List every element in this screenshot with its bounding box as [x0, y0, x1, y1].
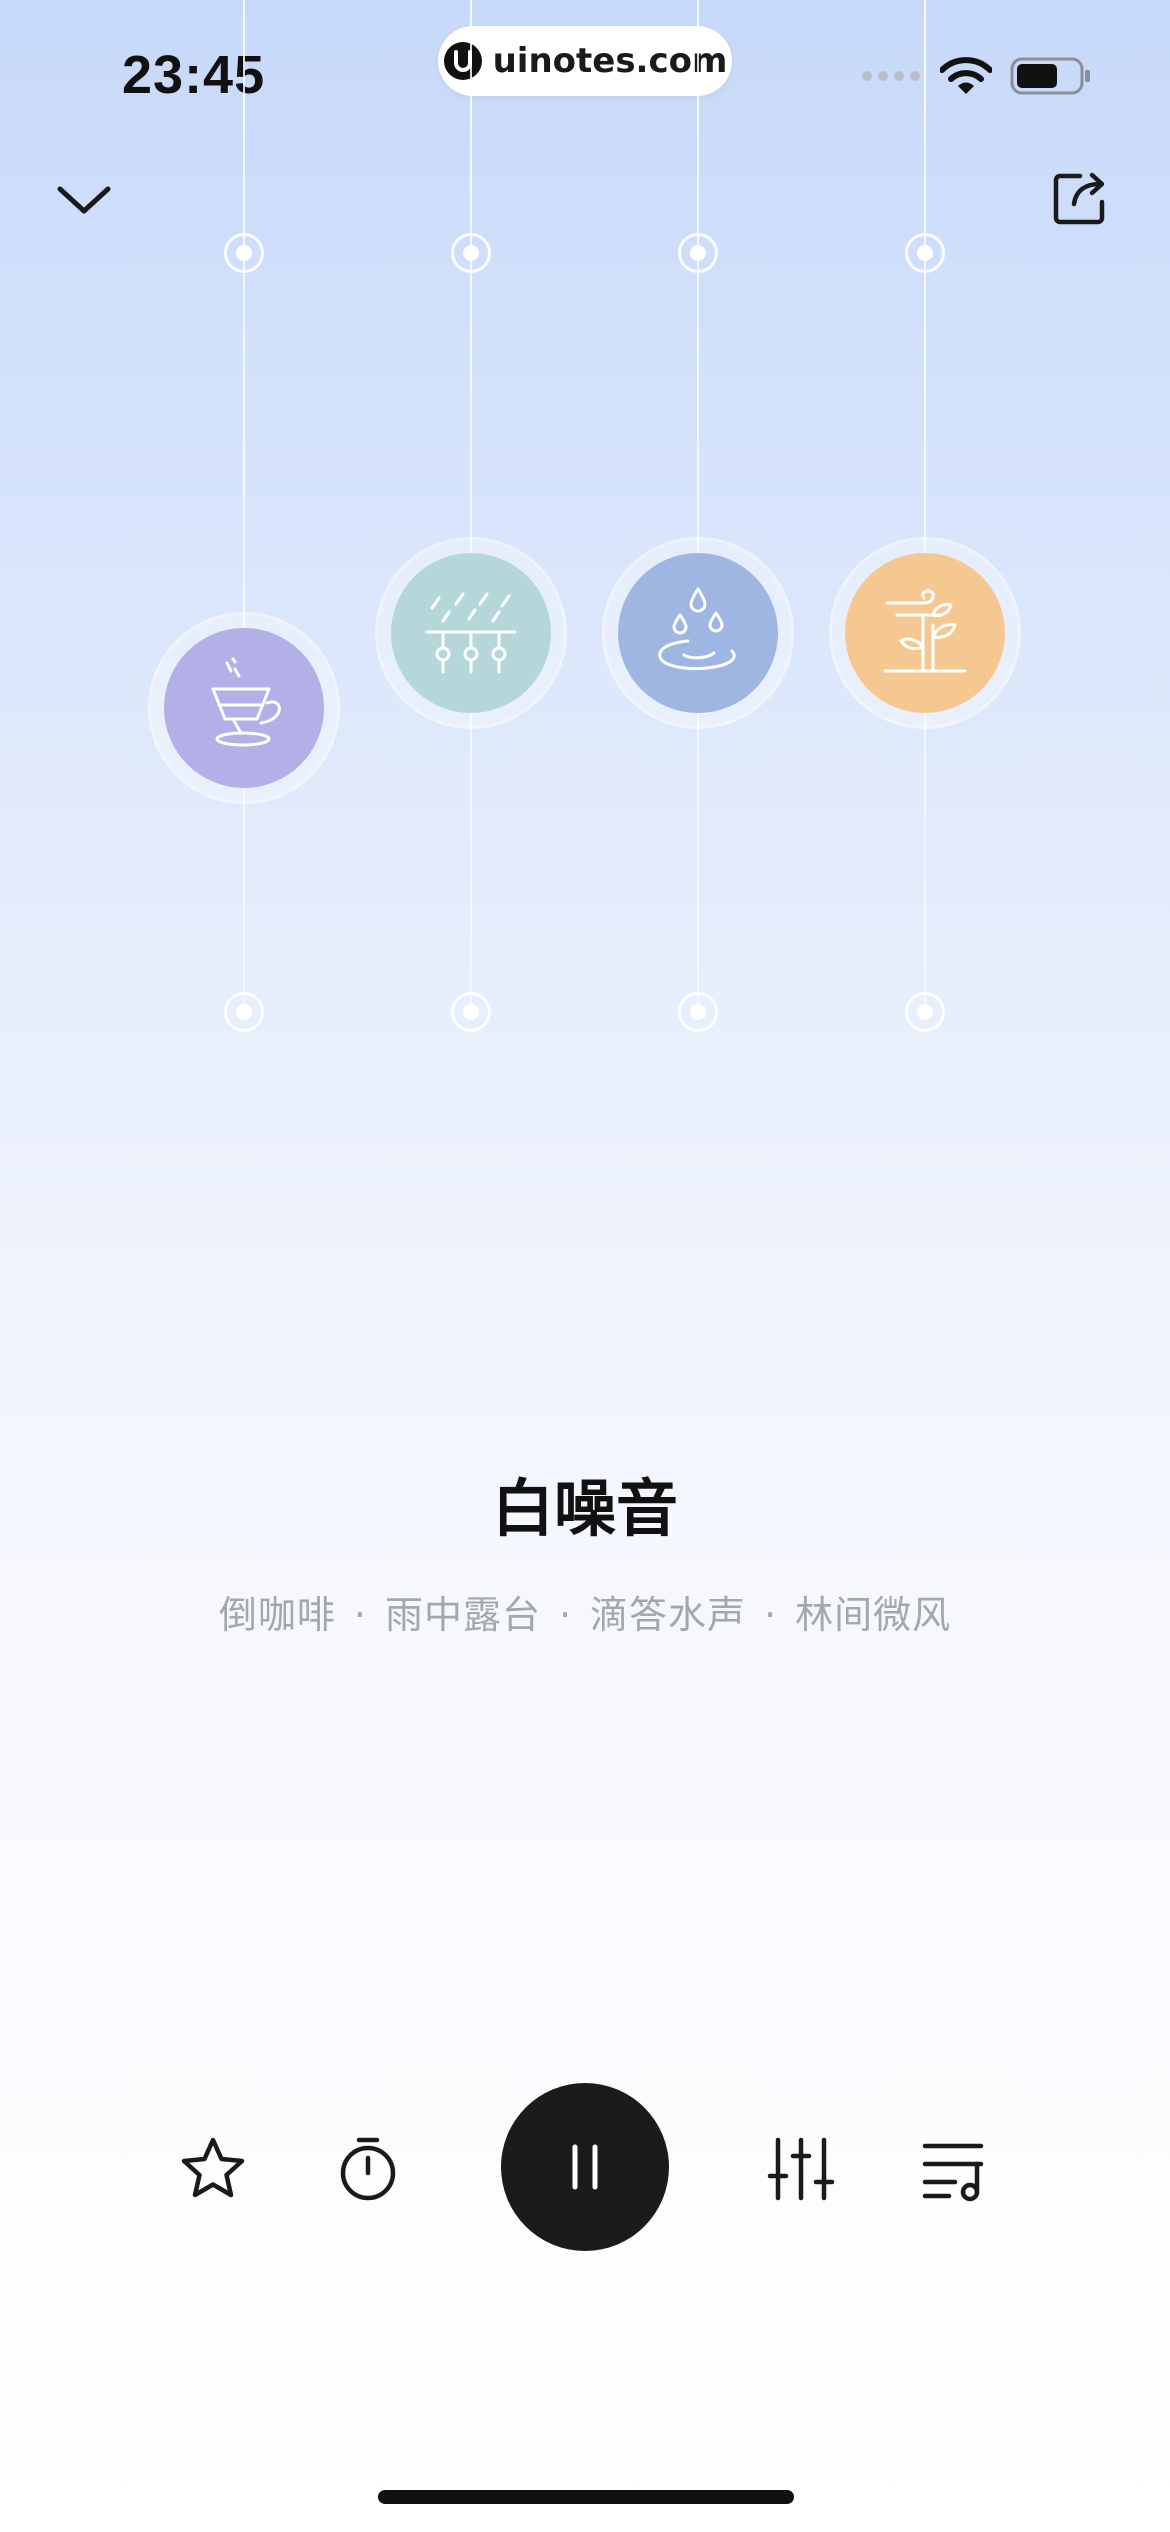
sound-drip-circle [618, 553, 778, 713]
sound-handle-rain[interactable] [378, 540, 564, 726]
share-icon [1053, 172, 1105, 225]
sound-breeze-circle [845, 553, 1005, 713]
subtitle-item: 林间微风 [795, 1593, 952, 1637]
playlist-icon [922, 2143, 984, 2202]
sound-handle-drip[interactable] [605, 540, 791, 726]
mixer-sliders-icon [767, 2137, 835, 2201]
subtitle-item: 倒咖啡 [218, 1593, 336, 1637]
status-icons [860, 56, 1092, 96]
favorite-button[interactable] [168, 2124, 258, 2214]
playlist-button[interactable] [910, 2124, 1000, 2214]
subtitle-item: 雨中露台 [384, 1593, 541, 1637]
subtitle-item: 滴答水声 [590, 1593, 747, 1637]
sound-handle-coffee[interactable] [151, 615, 337, 801]
slider-bottom-node [678, 992, 718, 1032]
slider-bottom-node [224, 992, 264, 1032]
slider-top-node [905, 233, 945, 273]
slider-top-node [678, 233, 718, 273]
sound-coffee-circle [164, 628, 324, 788]
chevron-down-icon [57, 186, 111, 214]
slider-bottom-node [905, 992, 945, 1032]
pause-button[interactable] [501, 2083, 669, 2251]
slider-track-coffee [243, 0, 245, 1020]
rain-terrace-icon [425, 592, 517, 674]
star-icon [181, 2137, 245, 2198]
subtitle-separator: · [764, 1593, 778, 1637]
subtitle-separator: · [353, 1593, 367, 1637]
mix-subtitle: 倒咖啡 · 雨中露台 · 滴答水声 · 林间微风 [0, 1584, 1170, 1639]
uinotes-logo-icon [443, 42, 482, 80]
share-button[interactable] [1040, 158, 1120, 238]
watermark-text: uinotes.com [492, 41, 728, 81]
water-drop-icon [658, 587, 736, 671]
slider-bottom-node [451, 992, 491, 1032]
slider-track-rain [470, 0, 472, 1020]
wifi-icon [940, 57, 992, 94]
signal-dots-icon [862, 71, 920, 81]
battery-icon [1010, 57, 1090, 95]
collapse-button[interactable] [44, 160, 124, 240]
breeze-bamboo-icon [883, 589, 967, 673]
sound-rain-circle [391, 553, 551, 713]
subtitle-separator: · [558, 1593, 573, 1637]
watermark-badge: uinotes.com [438, 26, 732, 96]
mixer-button[interactable] [756, 2124, 846, 2214]
pause-icon [572, 2144, 598, 2190]
slider-top-node [451, 233, 491, 273]
home-indicator[interactable] [378, 2490, 794, 2504]
coffee-drip-icon [211, 657, 281, 747]
slider-track-breeze [924, 0, 926, 1020]
slider-track-drip [697, 0, 699, 1020]
mix-title: 白噪音 [491, 1472, 678, 1545]
timer-button[interactable] [323, 2124, 413, 2214]
sound-handle-breeze[interactable] [832, 540, 1018, 726]
slider-top-node [224, 233, 264, 273]
timer-icon [340, 2137, 396, 2201]
